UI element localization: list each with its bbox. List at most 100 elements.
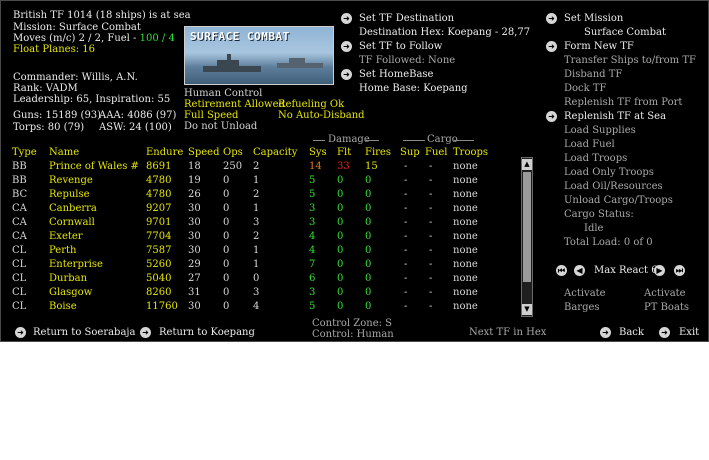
ship-sys-damage: 7: [309, 259, 316, 270]
unload-toggle[interactable]: Do not Unload: [184, 121, 257, 133]
ship-capacity: 3: [253, 287, 260, 298]
table-row[interactable]: CL Glasgow 8260 31 0 3 3 0 0 - - none: [12, 286, 497, 300]
set-destination-button[interactable]: Set TF Destination: [359, 13, 454, 25]
ship-name[interactable]: Exeter: [49, 230, 146, 244]
set-follow-arrow-icon[interactable]: ➜: [341, 41, 352, 52]
table-row[interactable]: CA Canberra 9207 30 0 1 3 0 0- - none: [12, 202, 497, 216]
set-follow-button[interactable]: Set TF to Follow: [359, 41, 442, 53]
table-row[interactable]: BB Prince of Wales #8691 18 250 2 14 33 15 - - non…: [12, 160, 497, 174]
col-sup[interactable]: Sup: [400, 146, 425, 160]
ship-name[interactable]: Revenge: [49, 174, 146, 188]
ship-name[interactable]: Repulse: [49, 188, 146, 202]
back-button[interactable]: Back: [619, 327, 644, 339]
table-row[interactable]: BC Repulse 4780 26 0 2 5 0 0 - - none: [12, 188, 497, 202]
ship-troops: none: [453, 287, 478, 298]
ship-capacity: 4: [253, 301, 260, 312]
set-destination-arrow-icon[interactable]: ➜: [341, 13, 352, 24]
barges-label[interactable]: Barges: [564, 302, 600, 314]
set-homebase-arrow-icon[interactable]: ➜: [341, 69, 352, 80]
table-row[interactable]: CA Cornwall 9701 30 0 3 3 0 0- - none: [12, 216, 497, 230]
return-soerabaja-button[interactable]: Return to Soerabaja: [33, 327, 135, 339]
replenish-port-button[interactable]: Replenish TF from Port: [564, 97, 682, 109]
dock-tf-button[interactable]: Dock TF: [564, 83, 607, 95]
back-arrow-icon[interactable]: ➜: [600, 327, 611, 338]
ship-name[interactable]: Boise: [49, 300, 146, 314]
return-koepang-button[interactable]: Return to Koepang: [159, 327, 255, 339]
next-tf-in-hex-button[interactable]: Next TF in Hex: [469, 327, 546, 339]
load-oil-button[interactable]: Load Oil/Resources: [564, 181, 663, 193]
ship-name[interactable]: Glasgow: [49, 286, 146, 300]
table-row[interactable]: CL Boise 11760 30 0 4 5 0 0 - - none: [12, 300, 497, 314]
ship-name[interactable]: Prince of Wales #: [49, 160, 146, 174]
ship-sys-damage: 4: [309, 245, 316, 256]
ship-capacity: 1: [253, 203, 260, 214]
scroll-down-icon[interactable]: ▼: [522, 304, 532, 315]
col-fuel[interactable]: Fuel: [425, 146, 453, 160]
set-homebase-button[interactable]: Set HomeBase: [359, 69, 433, 81]
ship-name[interactable]: Canberra: [49, 202, 146, 216]
react-last-icon[interactable]: ⏭: [674, 265, 685, 276]
col-endure[interactable]: Endure: [146, 146, 188, 160]
ship-flt-damage: 0: [337, 217, 344, 228]
ship-fuel: -: [429, 287, 433, 298]
table-row[interactable]: CL Durban 5040 27 0 0 6 0 0 - - none: [12, 272, 497, 286]
set-mission-arrow-icon[interactable]: ➜: [546, 13, 557, 24]
ship-name[interactable]: Perth: [49, 244, 146, 258]
set-mission-button[interactable]: Set Mission: [564, 13, 623, 25]
leadership: Leadership: 65, Inspiration: 55: [13, 94, 171, 105]
col-flt[interactable]: Flt: [337, 146, 365, 160]
transfer-ships-button[interactable]: Transfer Ships to/from TF: [564, 55, 696, 67]
react-increase-icon[interactable]: ▶: [654, 265, 665, 276]
exit-arrow-icon[interactable]: ➜: [659, 327, 670, 338]
ship-mast: [227, 54, 231, 61]
react-decrease-icon[interactable]: ◀: [574, 265, 585, 276]
damage-rule-left: [313, 140, 325, 141]
ship-sys-damage: 3: [309, 287, 316, 298]
auto-disband-toggle[interactable]: No Auto-Disband: [278, 110, 365, 122]
activate-pt-label[interactable]: Activate: [644, 288, 686, 300]
unload-cargo-button[interactable]: Unload Cargo/Troops: [564, 195, 673, 207]
replenish-sea-button[interactable]: Replenish TF at Sea: [564, 111, 666, 123]
col-speed[interactable]: Speed: [188, 146, 223, 160]
col-name[interactable]: Name: [49, 146, 146, 160]
form-new-tf-arrow-icon[interactable]: ➜: [546, 41, 557, 52]
col-type[interactable]: Type: [12, 146, 49, 160]
col-sys[interactable]: Sys: [309, 146, 337, 160]
table-row[interactable]: CL Enterprise 5260 29 0 1 7 0 0 - - none: [12, 258, 497, 272]
ship-fuel: -: [429, 301, 433, 312]
form-new-tf-button[interactable]: Form New TF: [564, 41, 634, 53]
col-ops[interactable]: Ops: [223, 146, 253, 160]
exit-button[interactable]: Exit: [679, 327, 699, 339]
scroll-thumb[interactable]: [523, 172, 531, 282]
ship-fires: 0: [365, 189, 372, 200]
ship-name[interactable]: Cornwall: [49, 216, 146, 230]
activate-barges-label[interactable]: Activate: [564, 288, 606, 300]
ship-endure: 4780: [146, 175, 172, 186]
disband-tf-button[interactable]: Disband TF: [564, 69, 622, 81]
table-row[interactable]: CA Exeter 7704 30 0 2 4 0 0 - - none: [12, 230, 497, 244]
ship-sys-damage: 3: [309, 203, 316, 214]
col-fires[interactable]: Fires: [365, 146, 400, 160]
load-only-troops-button[interactable]: Load Only Troops: [564, 167, 654, 179]
max-react: Max React 6: [594, 265, 658, 276]
react-first-icon[interactable]: ⏮: [556, 265, 567, 276]
ship-name[interactable]: Enterprise: [49, 258, 146, 272]
scroll-up-icon[interactable]: ▲: [522, 159, 532, 170]
col-capacity[interactable]: Capacity: [253, 146, 309, 160]
load-troops-button[interactable]: Load Troops: [564, 153, 627, 165]
pt-boats-label[interactable]: PT Boats: [644, 302, 689, 314]
ship-name[interactable]: Durban: [49, 272, 146, 286]
load-supplies-button[interactable]: Load Supplies: [564, 125, 636, 137]
ship-speed: 29: [188, 259, 201, 270]
ship-endure: 4780: [146, 189, 172, 200]
return-koepang-arrow-icon[interactable]: ➜: [140, 327, 151, 338]
ship-list-scrollbar[interactable]: ▲ ▼: [521, 157, 533, 317]
ship-endure: 8691: [146, 161, 172, 172]
table-row[interactable]: BB Revenge 4780 19 0 1 5 0 0 - - none: [12, 174, 497, 188]
return-soerabaja-arrow-icon[interactable]: ➜: [15, 327, 26, 338]
load-fuel-button[interactable]: Load Fuel: [564, 139, 615, 151]
table-row[interactable]: CL Perth 7587 30 0 1 4 0 0 - - none: [12, 244, 497, 258]
replenish-sea-arrow-icon[interactable]: ➜: [546, 111, 557, 122]
ship-fires: 15: [365, 161, 378, 172]
col-troops[interactable]: Troops: [453, 146, 497, 160]
